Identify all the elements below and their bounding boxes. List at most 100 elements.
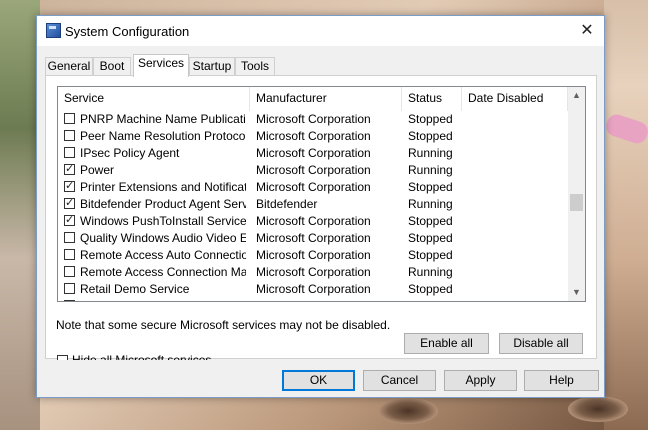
service-manufacturer: Microsoft Corporation	[256, 146, 371, 160]
services-list-header: Service Manufacturer Status Date Disable…	[58, 87, 568, 111]
tab-general[interactable]: General	[45, 57, 93, 75]
service-row[interactable]: ✓ Bitdefender Product Agent Service Bitdef…	[58, 196, 568, 213]
service-checkbox[interactable]	[64, 130, 75, 141]
tab-startup[interactable]: Startup	[189, 57, 235, 75]
service-row[interactable]: Peer Name Resolution Protocol Microsoft C…	[58, 128, 568, 145]
service-checkbox[interactable]	[64, 283, 75, 294]
service-name: Quality Windows Audio Video Ex...	[80, 231, 246, 245]
service-name: Printer Extensions and Notificati	[80, 180, 246, 194]
services-list[interactable]: Service Manufacturer Status Date Disable…	[57, 86, 586, 302]
service-name: PNRP Machine Name Publication ...	[80, 112, 246, 126]
desktop-background-left	[0, 0, 40, 430]
service-status: Stopped	[408, 231, 453, 245]
service-name: Windows PushToInstall Service	[80, 214, 246, 228]
service-status: Running	[408, 197, 453, 211]
scroll-up-icon[interactable]: ▲	[568, 87, 585, 104]
service-row[interactable]: ✓ Windows PushToInstall Service Microsoft …	[58, 213, 568, 230]
tab-boot[interactable]: Boot	[93, 57, 131, 75]
service-date-disabled	[468, 145, 564, 162]
service-checkbox[interactable]	[64, 232, 75, 243]
ok-button[interactable]: OK	[282, 370, 355, 391]
service-checkbox[interactable]	[64, 300, 75, 301]
service-status: Running	[408, 163, 453, 177]
service-date-disabled	[468, 247, 564, 264]
service-row[interactable]: ✓ Power Microsoft Corporation Running	[58, 162, 568, 179]
service-date-disabled	[468, 213, 564, 230]
scroll-down-icon[interactable]: ▼	[568, 284, 585, 301]
service-status: Stopped	[408, 248, 453, 262]
scrollbar-thumb[interactable]	[570, 194, 583, 211]
desktop-background-right	[604, 0, 648, 430]
service-manufacturer: Bitdefender	[256, 197, 318, 211]
service-date-disabled	[468, 128, 564, 145]
service-manufacturer: Microsoft Corporation	[256, 282, 371, 296]
service-manufacturer: Microsoft Corporation	[256, 231, 371, 245]
service-checkbox[interactable]: ✓	[64, 215, 75, 226]
service-checkbox[interactable]	[64, 147, 75, 158]
disable-all-button[interactable]: Disable all	[499, 333, 583, 354]
tab-tools[interactable]: Tools	[235, 57, 275, 75]
msconfig-app-icon	[46, 23, 61, 38]
service-manufacturer: Microsoft Corporation	[256, 248, 371, 262]
close-button[interactable]: ✕	[570, 16, 604, 46]
system-configuration-window: System Configuration ✕ General Boot Serv…	[36, 15, 605, 398]
dialog-footer: OK Cancel Apply Help	[37, 360, 604, 397]
service-manufacturer: Microsoft Corporation	[256, 265, 371, 279]
service-name: Remote Access Auto Connection...	[80, 248, 246, 262]
service-manufacturer: Microsoft Corporation	[256, 214, 371, 228]
service-checkbox[interactable]	[64, 249, 75, 260]
service-checkbox[interactable]: ✓	[64, 181, 75, 192]
column-header-manufacturer[interactable]: Manufacturer	[250, 87, 402, 111]
service-name: Remote Access Connection Man...	[80, 265, 246, 279]
window-title: System Configuration	[65, 24, 190, 39]
services-list-scrollbar[interactable]: ▲ ▼	[568, 87, 585, 301]
service-name: Power	[80, 163, 115, 177]
background-eye-right	[568, 396, 628, 422]
tab-services[interactable]: Services	[133, 54, 189, 77]
service-status: Stopped	[408, 112, 453, 126]
enable-all-button[interactable]: Enable all	[404, 333, 489, 354]
service-manufacturer: Microsoft Corporation	[256, 112, 371, 126]
service-row[interactable]: Retail Demo Service Microsoft Corporation…	[58, 281, 568, 298]
service-date-disabled	[468, 111, 564, 128]
service-checkbox[interactable]	[64, 266, 75, 277]
service-date-disabled	[468, 162, 564, 179]
title-bar[interactable]: System Configuration ✕	[37, 16, 604, 46]
service-name: Peer Name Resolution Protocol	[80, 129, 246, 143]
service-row[interactable]: Radio Management Service Microsoft Corpor…	[58, 298, 568, 301]
background-eye-left	[378, 398, 438, 424]
service-row[interactable]: Quality Windows Audio Video Ex... Microso…	[58, 230, 568, 247]
service-date-disabled	[468, 179, 564, 196]
secure-services-note: Note that some secure Microsoft services…	[56, 318, 391, 332]
service-manufacturer: Microsoft Corporation	[256, 180, 371, 194]
service-manufacturer: Microsoft Corporation	[256, 298, 402, 301]
services-tab-panel: Service Manufacturer Status Date Disable…	[45, 75, 597, 367]
service-status: Stopped	[408, 214, 453, 228]
service-status: Stopped	[408, 180, 453, 194]
column-header-date-disabled[interactable]: Date Disabled	[462, 87, 568, 111]
service-date-disabled	[468, 264, 564, 281]
service-row[interactable]: Remote Access Auto Connection... Microsof…	[58, 247, 568, 264]
service-date-disabled	[468, 281, 564, 298]
apply-button[interactable]: Apply	[444, 370, 517, 391]
service-manufacturer: Microsoft Corporation	[256, 129, 371, 143]
column-header-service[interactable]: Service	[58, 87, 250, 111]
service-name: Retail Demo Service	[80, 282, 190, 296]
service-row[interactable]: Remote Access Connection Man... Microsoft…	[58, 264, 568, 281]
service-status: Stopped	[408, 282, 453, 296]
service-manufacturer: Microsoft Corporation	[256, 163, 371, 177]
service-row[interactable]: IPsec Policy Agent Microsoft Corporation R…	[58, 145, 568, 162]
cancel-button[interactable]: Cancel	[363, 370, 436, 391]
service-row[interactable]: ✓ Printer Extensions and Notificati Micros…	[58, 179, 568, 196]
service-name: Bitdefender Product Agent Service	[80, 197, 246, 211]
help-button[interactable]: Help	[524, 370, 599, 391]
service-status: Running	[408, 298, 464, 301]
service-name: Radio Management Service	[80, 298, 246, 301]
service-checkbox[interactable]: ✓	[64, 164, 75, 175]
service-row[interactable]: PNRP Machine Name Publication ... Microso…	[58, 111, 568, 128]
service-checkbox[interactable]	[64, 113, 75, 124]
service-date-disabled	[468, 196, 564, 213]
service-date-disabled	[468, 230, 564, 247]
service-checkbox[interactable]: ✓	[64, 198, 75, 209]
column-header-status[interactable]: Status	[402, 87, 462, 111]
